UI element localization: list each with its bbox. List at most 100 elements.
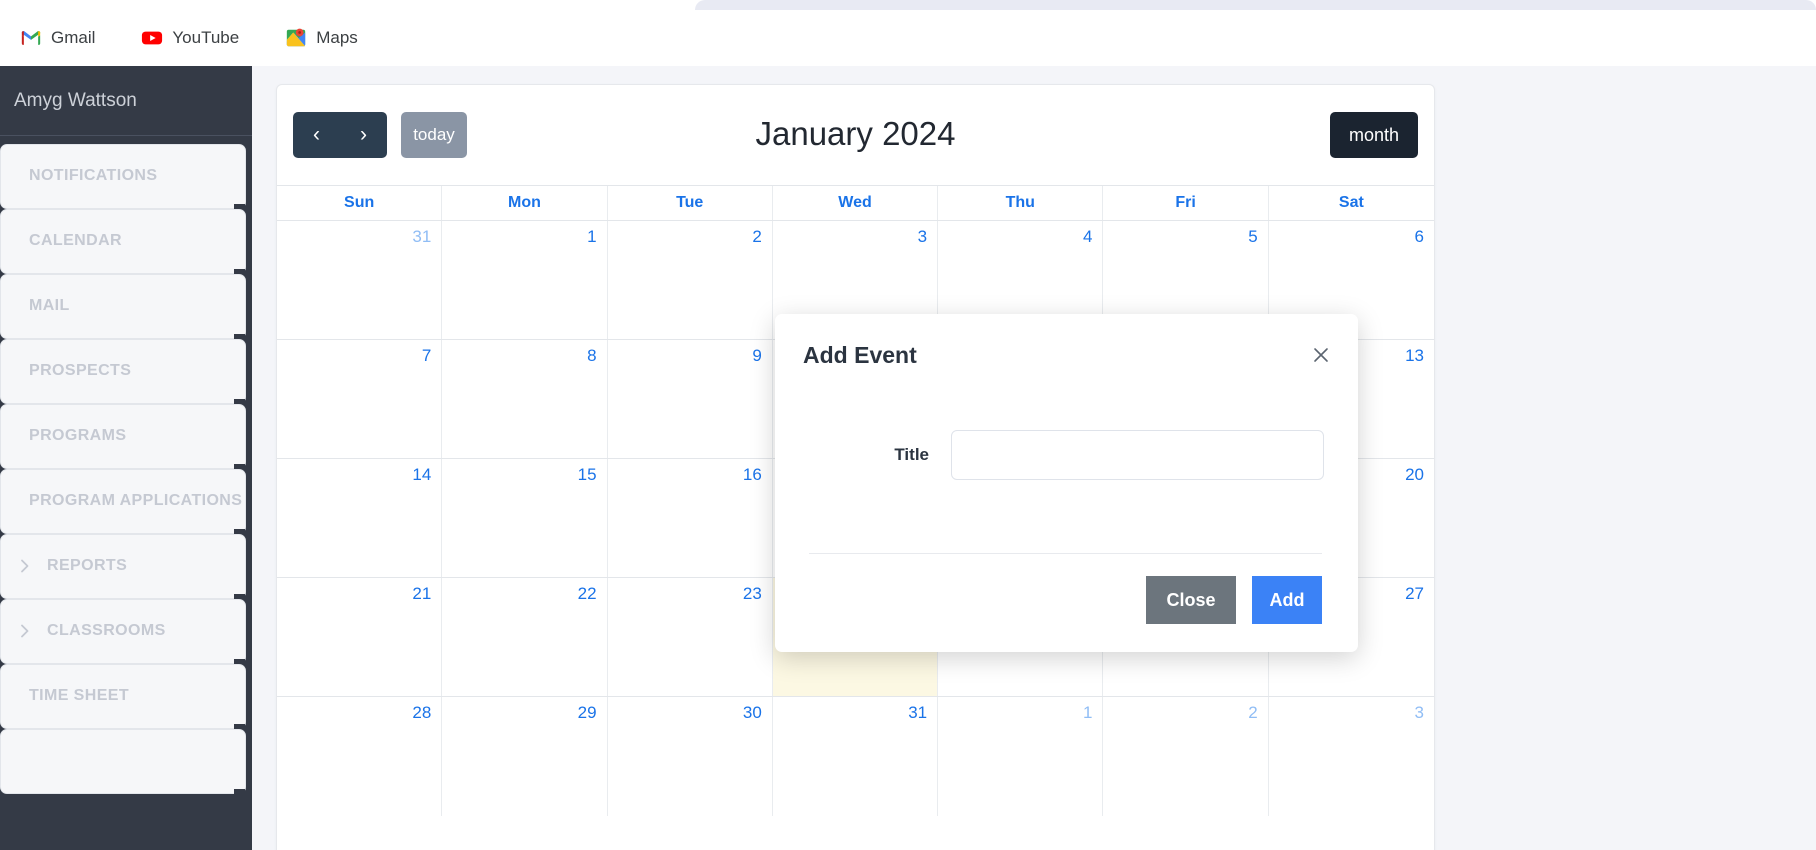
sidebar-item-time-sheet[interactable]: TIME SHEET xyxy=(0,664,246,732)
tab-strip-background xyxy=(695,0,1816,10)
next-month-button[interactable]: › xyxy=(340,112,387,158)
day-cell[interactable]: 2 xyxy=(608,221,773,339)
day-number: 1 xyxy=(587,227,597,246)
day-cell[interactable]: 8 xyxy=(442,340,608,458)
sidebar-item-label: CALENDAR xyxy=(29,232,122,250)
day-cell[interactable]: 1 xyxy=(938,697,1104,816)
day-cell[interactable]: 29 xyxy=(442,697,608,816)
sidebar-item-calendar[interactable]: CALENDAR xyxy=(0,209,246,277)
weekday-wed: Wed xyxy=(773,186,939,220)
bookmark-label: Gmail xyxy=(51,28,96,47)
chevron-right-icon xyxy=(17,558,33,574)
day-number: 30 xyxy=(742,703,762,722)
sidebar-item-program-applications[interactable]: PROGRAM APPLICATIONS xyxy=(0,469,246,537)
day-number: 23 xyxy=(742,584,762,603)
day-number: 6 xyxy=(1414,227,1424,246)
day-number: 4 xyxy=(1082,227,1093,246)
sidebar-item-prospects[interactable]: PROSPECTS xyxy=(0,339,246,407)
day-cell[interactable]: 7 xyxy=(277,340,443,458)
day-cell[interactable]: 9 xyxy=(608,340,773,458)
calendar-nav-group: ‹ › xyxy=(293,112,387,158)
sidebar-item-notifications[interactable]: NOTIFICATIONS xyxy=(0,144,246,212)
month-view-button[interactable]: month xyxy=(1329,112,1418,158)
day-cell[interactable]: 16 xyxy=(608,459,773,577)
close-icon[interactable] xyxy=(1306,340,1336,370)
day-number: 27 xyxy=(1405,584,1424,603)
bookmark-label: Maps xyxy=(316,28,358,47)
prev-month-button[interactable]: ‹ xyxy=(293,112,340,158)
day-number: 15 xyxy=(577,465,597,484)
calendar-toolbar: ‹ › today January 2024 month xyxy=(277,85,1434,185)
browser-tab-strip xyxy=(0,0,1816,10)
day-number: 31 xyxy=(412,227,432,246)
chevron-right-icon xyxy=(17,623,33,639)
day-cell[interactable]: 14 xyxy=(277,459,443,577)
gmail-icon xyxy=(20,27,42,49)
day-number: 31 xyxy=(908,703,928,722)
sidebar-item-mail[interactable]: MAIL xyxy=(0,274,246,342)
day-cell[interactable]: 28 xyxy=(277,697,443,816)
day-number: 29 xyxy=(577,703,597,722)
bookmark-label: YouTube xyxy=(172,28,240,47)
add-button[interactable]: Add xyxy=(1252,576,1322,624)
day-number: 16 xyxy=(742,465,762,484)
sidebar-item-next[interactable] xyxy=(0,729,246,797)
dialog-footer: Close Add xyxy=(809,553,1322,624)
sidebar-item-reports[interactable]: REPORTS xyxy=(0,534,246,602)
day-number: 13 xyxy=(1405,346,1424,365)
bookmark-gmail[interactable]: Gmail xyxy=(14,23,101,53)
day-cell[interactable]: 23 xyxy=(608,578,773,696)
weekday-sat: Sat xyxy=(1338,194,1364,211)
day-number: 7 xyxy=(421,346,432,365)
day-cell[interactable]: 3 xyxy=(1269,697,1434,816)
day-number: 3 xyxy=(917,227,928,246)
day-number: 3 xyxy=(1414,703,1424,722)
bookmark-youtube[interactable]: YouTube xyxy=(135,23,245,53)
dialog-header: Add Event xyxy=(775,314,1358,386)
close-button[interactable]: Close xyxy=(1146,576,1236,624)
day-cell[interactable]: 1 xyxy=(442,221,608,339)
sidebar-item-classrooms[interactable]: CLASSROOMS xyxy=(0,599,246,667)
title-input[interactable] xyxy=(951,430,1324,480)
day-cell[interactable]: 21 xyxy=(277,578,443,696)
bookmark-maps[interactable]: Maps xyxy=(279,23,364,53)
sidebar-item-label: CLASSROOMS xyxy=(47,622,166,640)
sidebar: Amyg Wattson NOTIFICATIONS CALENDAR MAIL… xyxy=(0,66,252,850)
bookmarks-bar: Gmail YouTube Maps xyxy=(0,10,1816,66)
weekday-sun: Sun xyxy=(277,186,443,220)
day-number: 2 xyxy=(752,227,762,246)
sidebar-item-label: PROGRAM APPLICATIONS xyxy=(29,492,243,510)
sidebar-item-label: MAIL xyxy=(29,297,70,315)
day-number: 21 xyxy=(412,584,432,603)
sidebar-user-name: Amyg Wattson xyxy=(0,66,252,136)
weekday-tue: Tue xyxy=(608,186,773,220)
day-number: 28 xyxy=(412,703,432,722)
title-field-label: Title xyxy=(894,445,929,464)
sidebar-item-label: NOTIFICATIONS xyxy=(29,167,158,185)
day-cell[interactable]: 30 xyxy=(608,697,773,816)
dialog-body: Title xyxy=(775,386,1358,480)
day-number: 20 xyxy=(1405,465,1424,484)
sidebar-item-label: TIME SHEET xyxy=(29,687,130,705)
day-number: 9 xyxy=(752,346,762,365)
add-event-dialog: Add Event Title Close Add xyxy=(775,314,1358,652)
day-cell[interactable]: 31 xyxy=(773,697,939,816)
day-cell[interactable]: 31 xyxy=(277,221,443,339)
weekday-mon: Mon xyxy=(442,186,608,220)
day-number: 8 xyxy=(587,346,597,365)
week-row: 28 29 30 31 1 2 3 xyxy=(277,697,1434,816)
main-content: ‹ › today January 2024 month Sun Mon Tue… xyxy=(252,66,1816,850)
day-cell[interactable]: 2 xyxy=(1103,697,1269,816)
day-cell[interactable]: 22 xyxy=(442,578,608,696)
day-cell[interactable]: 15 xyxy=(442,459,608,577)
sidebar-item-marker xyxy=(234,788,245,797)
app-viewport: Amyg Wattson NOTIFICATIONS CALENDAR MAIL… xyxy=(0,66,1816,850)
weekday-header-row: Sun Mon Tue Wed Thu Fri Sat xyxy=(277,186,1434,221)
sidebar-nav: NOTIFICATIONS CALENDAR MAIL PROSPECTS PR… xyxy=(0,144,252,850)
title-form-row: Title xyxy=(797,430,1324,480)
weekday-fri: Fri xyxy=(1103,186,1269,220)
today-button[interactable]: today xyxy=(401,112,467,158)
sidebar-item-label: PROGRAMS xyxy=(29,427,127,445)
day-number: 2 xyxy=(1248,703,1258,722)
sidebar-item-programs[interactable]: PROGRAMS xyxy=(0,404,246,472)
